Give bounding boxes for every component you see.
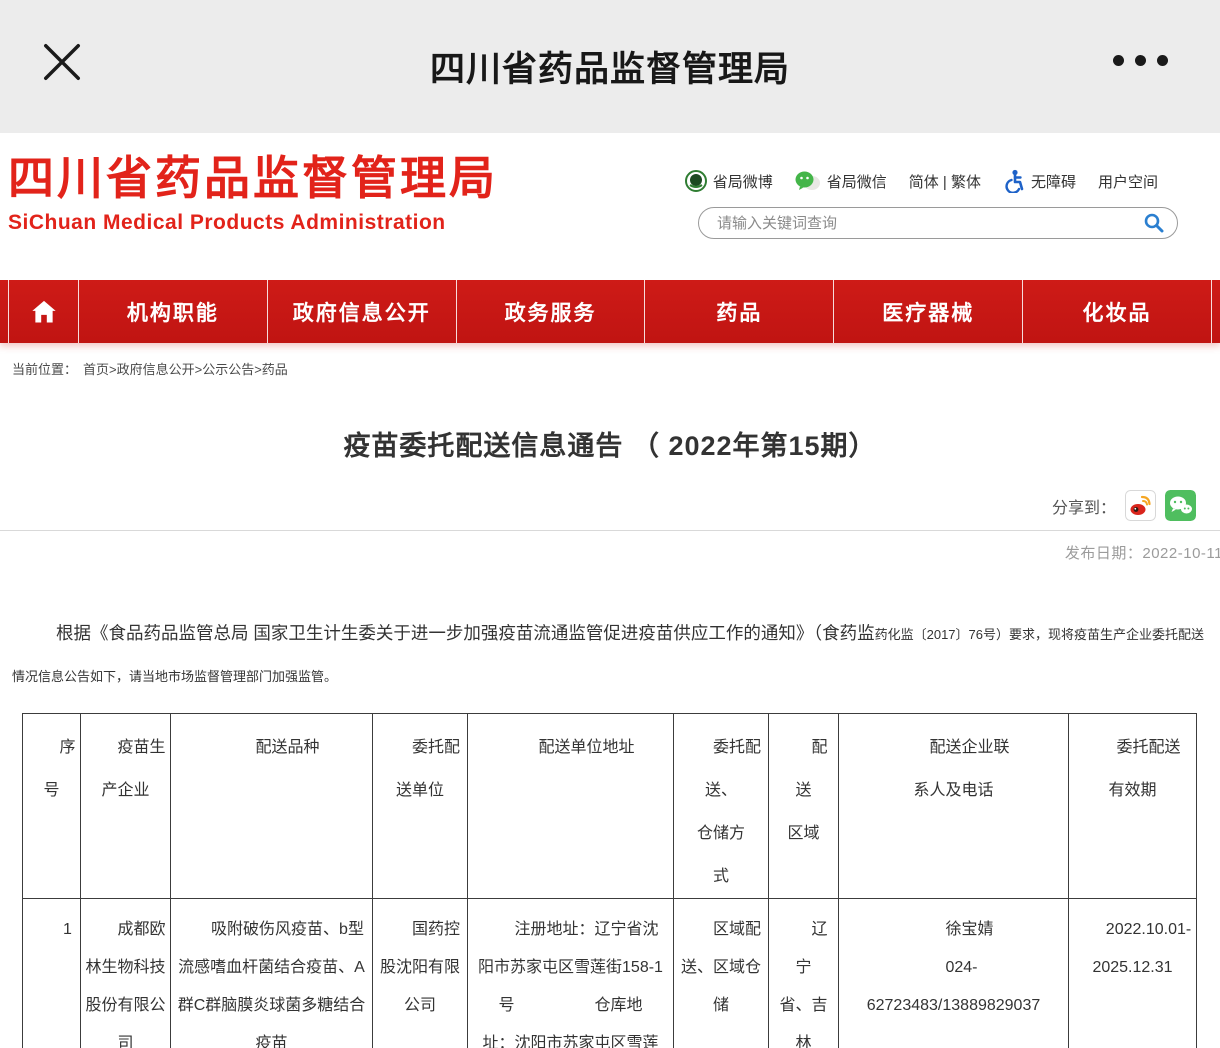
nav-item-devices[interactable]: 医疗器械 — [833, 280, 1022, 343]
weibo-label: 省局微博 — [713, 171, 773, 192]
cell-manufacturer: 成都欧 林生物科技 股份有限公 司 — [81, 899, 171, 1048]
user-space-link[interactable]: 用户空间 — [1098, 171, 1158, 192]
site-logo[interactable]: 四川省药品监督管理局 SiChuan Medical Products Admi… — [8, 149, 498, 235]
cell-distributor: 国药控 股沈阳有限 公司 — [373, 899, 468, 1048]
publish-date: 发布日期：2022-10-11 — [0, 542, 1220, 563]
header-serial: 序 号 — [23, 714, 81, 899]
intro-text-large: 根据《食品药品监管总局 国家卫生计生委关于进一步加强疫苗流通监管促进疫苗供应工作… — [56, 623, 875, 643]
header-manufacturer: 疫苗生 产企业 — [81, 714, 171, 899]
logo-english: SiChuan Medical Products Administration — [8, 211, 498, 235]
home-icon — [29, 298, 59, 326]
cell-products: 吸附破伤风疫苗、b型 流感嗜血杆菌结合疫苗、A 群C群脑膜炎球菌多糖结合 疫苗 — [171, 899, 373, 1048]
cell-serial: 1 — [23, 899, 81, 1048]
header-mode: 委托配 送、 仓储方 式 — [674, 714, 769, 899]
cell-region: 辽宁 省、吉林 省、黑龙 江省 — [769, 899, 839, 1048]
table-header-row: 序 号 疫苗生 产企业 配送品种 委托配 送单位 配送单位地址 委托配 送、 仓… — [23, 714, 1197, 899]
nav-item-cosmetics[interactable]: 化妆品 — [1022, 280, 1212, 343]
search-box — [698, 207, 1178, 239]
wechat-badge-icon — [795, 170, 821, 192]
nav-home[interactable] — [8, 280, 78, 343]
weibo-badge-icon — [685, 170, 707, 192]
webview-header: 四川省药品监督管理局 — [0, 0, 1220, 133]
header-utilities: 省局微博 省局微信 简体 | 繁体 — [685, 169, 1158, 193]
header-distributor: 委托配 送单位 — [373, 714, 468, 899]
accessibility-label: 无障碍 — [1031, 171, 1076, 192]
search-input[interactable] — [717, 215, 1143, 232]
cell-address: 注册地址：辽宁省沈 阳市苏家屯区雪莲街158-1 号 仓库地 址：沈阳市苏家屯区… — [468, 899, 674, 1048]
breadcrumb-label: 当前位置： — [12, 362, 77, 377]
nav-item-gov-info[interactable]: 政府信息公开 — [267, 280, 456, 343]
nav-item-org[interactable]: 机构职能 — [78, 280, 267, 343]
cell-mode: 区域配 送、区域仓 储 — [674, 899, 769, 1048]
logo-chinese: 四川省药品监督管理局 — [8, 149, 498, 209]
breadcrumb-path[interactable]: 首页>政府信息公开>公示公告>药品 — [83, 362, 288, 377]
share-weibo-icon[interactable] — [1125, 490, 1156, 521]
nav-item-services[interactable]: 政务服务 — [456, 280, 645, 343]
header-contact: 配送企业联 系人及电话 — [839, 714, 1069, 899]
weibo-link[interactable]: 省局微博 — [685, 170, 773, 192]
share-row: 分享到： — [0, 490, 1196, 521]
user-space-label: 用户空间 — [1098, 171, 1158, 192]
cell-contact: 徐宝婧 024- 62723483/13889829037 — [839, 899, 1069, 1048]
language-label: 简体 | 繁体 — [909, 171, 981, 192]
site-header: 四川省药品监督管理局 SiChuan Medical Products Admi… — [0, 133, 1220, 280]
close-icon[interactable] — [36, 36, 88, 88]
search-icon[interactable] — [1143, 212, 1165, 234]
wechat-label: 省局微信 — [827, 171, 887, 192]
header-address: 配送单位地址 — [468, 714, 674, 899]
intro-paragraph: 根据《食品药品监管总局 国家卫生计生委关于进一步加强疫苗流通监管促进疫苗供应工作… — [12, 613, 1208, 697]
cell-validity: 2022.10.01- 2025.12.31 — [1069, 899, 1197, 1048]
header-validity: 委托配送 有效期 — [1069, 714, 1197, 899]
webview-title: 四川省药品监督管理局 — [0, 41, 1220, 92]
table-row: 1 成都欧 林生物科技 股份有限公 司 吸附破伤风疫苗、b型 流感嗜血杆菌结合疫… — [23, 899, 1197, 1048]
share-wechat-icon[interactable] — [1165, 490, 1196, 521]
breadcrumb: 当前位置： 首页>政府信息公开>公示公告>药品 — [12, 359, 1220, 378]
delivery-table: 序 号 疫苗生 产企业 配送品种 委托配 送单位 配送单位地址 委托配 送、 仓… — [22, 713, 1197, 1048]
divider-line — [0, 530, 1220, 531]
header-region: 配送 区域 — [769, 714, 839, 899]
wechat-link[interactable]: 省局微信 — [795, 170, 887, 192]
accessibility-icon — [1003, 169, 1025, 193]
nav-item-drugs[interactable]: 药品 — [644, 280, 833, 343]
accessibility-link[interactable]: 无障碍 — [1003, 169, 1076, 193]
more-menu-icon[interactable] — [1113, 55, 1168, 66]
header-products: 配送品种 — [171, 714, 373, 899]
share-label: 分享到： — [1052, 494, 1116, 518]
main-nav: 机构职能 政府信息公开 政务服务 药品 医疗器械 化妆品 — [0, 280, 1220, 343]
page: 四川省药品监督管理局 四川省药品监督管理局 SiChuan Medical Pr… — [0, 0, 1220, 1048]
language-toggle[interactable]: 简体 | 繁体 — [909, 171, 981, 192]
page-title: 疫苗委托配送信息通告 （ 2022年第15期） — [0, 424, 1220, 463]
